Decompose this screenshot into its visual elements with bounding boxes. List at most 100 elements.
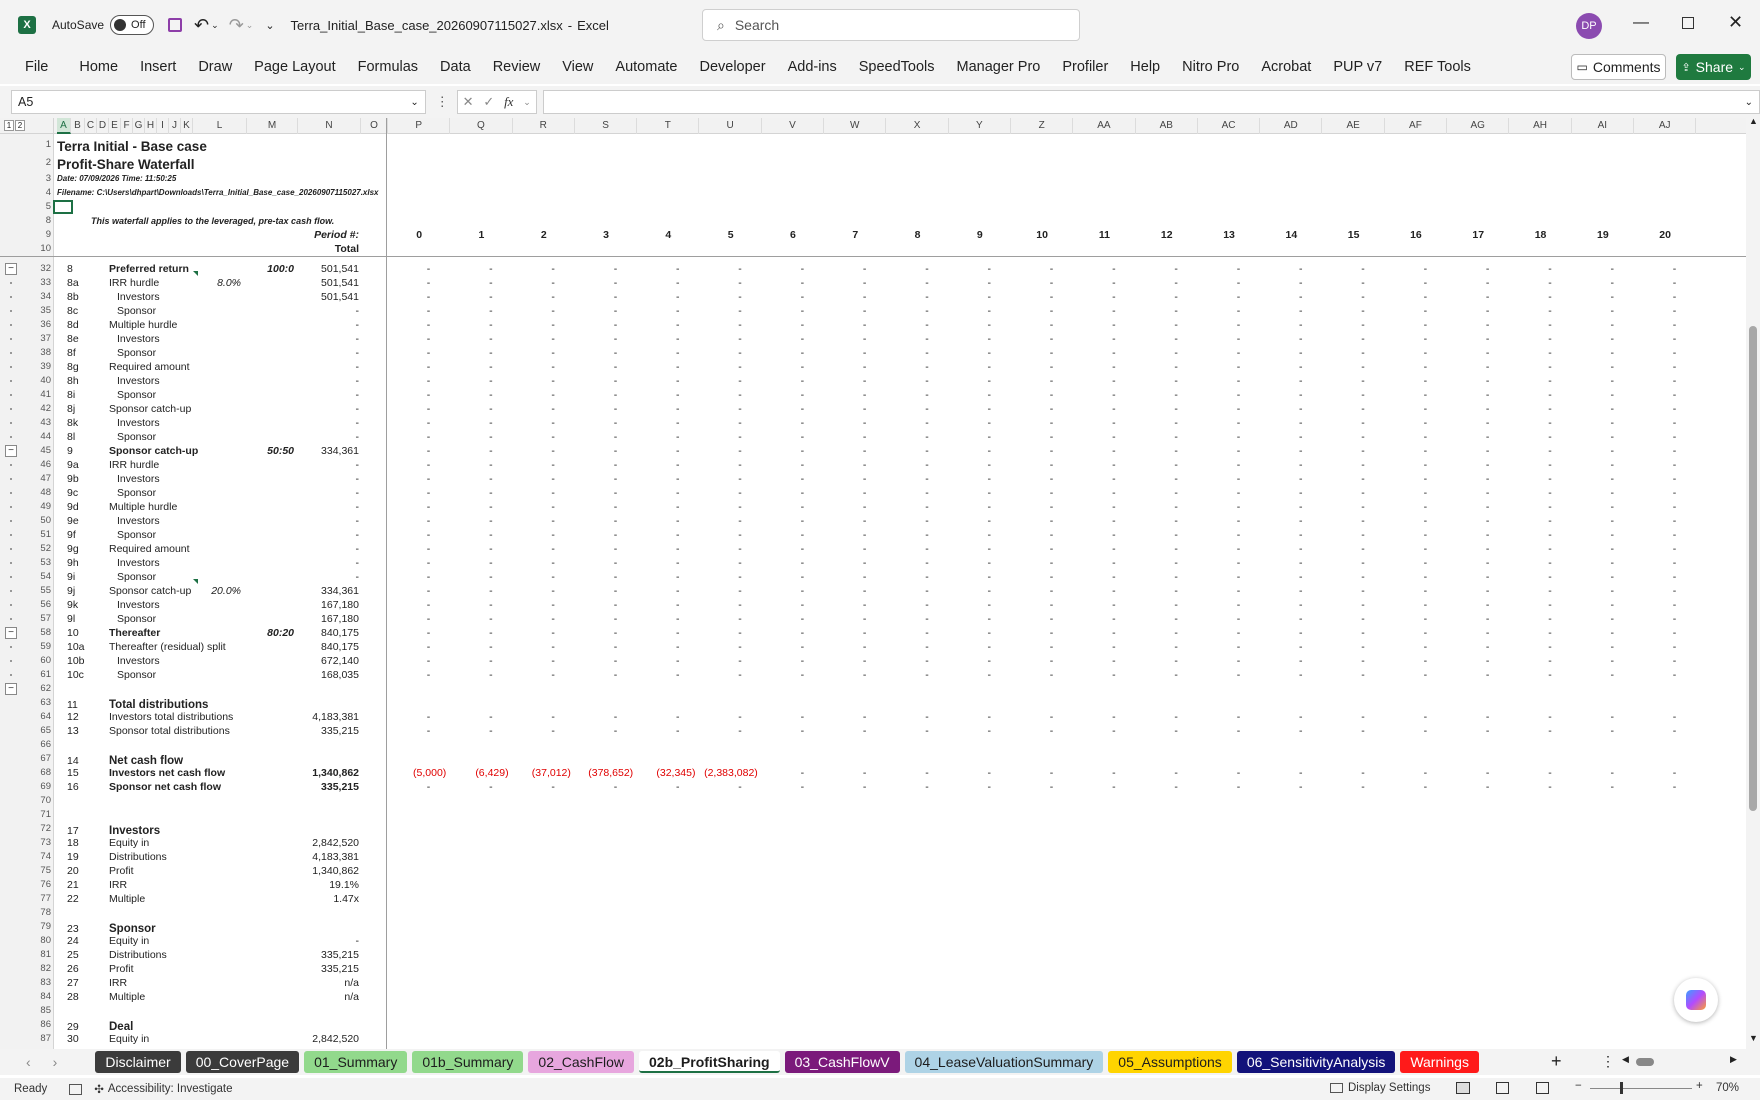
period-value[interactable]: - [1572,374,1614,388]
period-value[interactable]: - [388,304,431,318]
period-value[interactable]: - [1260,416,1303,430]
period-value[interactable]: - [1260,360,1303,374]
row-label[interactable]: Multiple hurdle [109,500,177,514]
row-number[interactable]: 83 [31,976,51,990]
period-value[interactable]: - [949,346,991,360]
period-value[interactable]: - [1572,304,1614,318]
select-all-corner[interactable]: 12 [0,118,54,134]
period-value[interactable]: - [637,542,680,556]
period-value[interactable]: - [1634,542,1677,556]
period-value[interactable]: - [886,458,929,472]
redo-icon[interactable]: ↷ [229,15,244,36]
row-label[interactable]: Required amount [109,360,190,374]
menu-speedtools[interactable]: SpeedTools [848,59,946,75]
column-header[interactable]: AC [1198,118,1261,134]
period-value[interactable]: - [949,780,991,794]
period-value[interactable]: - [1509,402,1552,416]
period-value[interactable]: - [388,626,431,640]
period-value[interactable]: - [388,598,431,612]
period-value[interactable]: - [1073,360,1116,374]
period-value[interactable]: - [700,542,742,556]
period-value[interactable]: - [824,346,867,360]
period-value[interactable]: - [1572,416,1614,430]
period-value[interactable]: - [824,640,867,654]
column-header[interactable]: AA [1073,118,1136,134]
total-value[interactable]: 167,180 [298,598,359,612]
row-id[interactable]: 9k [67,598,78,612]
period-value[interactable]: - [1136,430,1178,444]
column-header[interactable]: AF [1385,118,1448,134]
period-value[interactable]: - [1073,416,1116,430]
row-label[interactable]: Sponsor total distributions [109,724,230,738]
period-value[interactable]: - [824,598,867,612]
row-id[interactable]: 9b [67,472,79,486]
zoom-slider[interactable] [1590,1088,1692,1089]
period-value[interactable]: - [575,626,618,640]
period-value[interactable]: - [388,416,431,430]
total-value[interactable]: - [298,486,360,500]
period-value[interactable]: - [1447,654,1490,668]
display-settings[interactable]: Display Settings [1348,1082,1430,1094]
period-value[interactable]: - [1136,710,1178,724]
period-value[interactable]: - [1634,332,1677,346]
period-value[interactable]: - [949,556,991,570]
row-label[interactable]: Investors [117,654,160,668]
period-value[interactable]: - [1011,430,1054,444]
period-value[interactable]: - [1447,402,1490,416]
total-value[interactable]: - [298,346,360,360]
period-value[interactable]: - [824,416,867,430]
period-value[interactable]: - [700,472,742,486]
period-value[interactable]: - [513,500,555,514]
period-value[interactable]: - [450,332,493,346]
row-id[interactable]: 8e [67,332,79,346]
period-value[interactable]: - [1011,780,1054,794]
period-value[interactable]: - [1447,486,1490,500]
period-value[interactable]: - [1572,626,1614,640]
period-value[interactable]: - [1011,276,1054,290]
row-label[interactable]: IRR [109,976,127,990]
period-value[interactable]: - [1634,388,1677,402]
period-value[interactable]: - [1385,318,1428,332]
period-value[interactable]: - [450,472,493,486]
period-value[interactable]: - [1011,612,1054,626]
row-number[interactable]: 55 [31,584,51,598]
period-value[interactable]: - [1634,304,1677,318]
period-value[interactable]: - [1260,276,1303,290]
total-value[interactable]: - [298,332,360,346]
period-number[interactable]: 3 [575,228,637,242]
sheet-tab[interactable]: 04_LeaseValuationSummary [904,1051,1104,1073]
period-value[interactable]: - [949,262,991,276]
sheet-tab[interactable]: 06_SensitivityAnalysis [1236,1051,1396,1073]
row-number[interactable]: 43 [31,416,51,430]
period-value[interactable]: - [388,542,431,556]
period-value[interactable]: - [886,766,929,780]
period-value[interactable]: - [1509,514,1552,528]
period-value[interactable]: - [1011,458,1054,472]
row-label[interactable]: Multiple [109,892,145,906]
period-value[interactable]: - [388,514,431,528]
period-value[interactable]: - [949,528,991,542]
row-number[interactable]: 37 [31,332,51,346]
period-value[interactable]: - [1385,766,1428,780]
period-value[interactable]: - [886,304,929,318]
period-value[interactable]: - [886,556,929,570]
period-value[interactable]: - [1447,542,1490,556]
row-number[interactable]: 42 [31,402,51,416]
row-number[interactable]: 9 [31,228,51,242]
period-value[interactable]: - [450,276,493,290]
period-value[interactable]: - [388,612,431,626]
period-value[interactable]: - [1447,430,1490,444]
add-sheet-icon[interactable]: + [1551,1051,1562,1072]
row-label[interactable]: Investors [117,472,160,486]
period-value[interactable]: - [886,542,929,556]
period-value[interactable]: - [450,724,493,738]
period-value[interactable]: - [1198,514,1241,528]
row-id[interactable]: 19 [67,850,79,864]
row-id[interactable]: 8d [67,318,79,332]
row-number[interactable]: 60 [31,654,51,668]
row-number[interactable]: 87 [31,1032,51,1046]
period-number[interactable]: 5 [700,228,762,242]
period-value[interactable]: - [1136,724,1178,738]
period-value[interactable]: - [700,654,742,668]
period-value[interactable]: - [1572,584,1614,598]
